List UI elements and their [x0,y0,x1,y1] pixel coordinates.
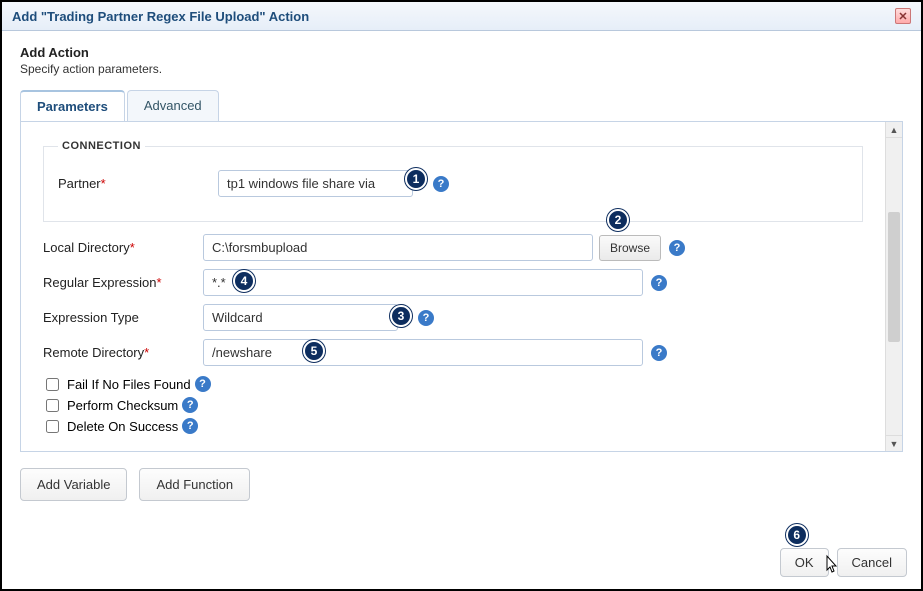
scroll-area: CONNECTION Partner* 1 ? Local Directory*… [21,122,885,451]
help-icon[interactable]: ? [182,397,198,413]
footer-left: Add Variable Add Function [20,468,903,501]
annotation-badge-4: 4 [233,270,255,292]
row-remote-directory: Remote Directory* 5 ? [43,339,863,366]
annotation-badge-2: 2 [607,209,629,231]
regex-label: Regular Expression* [43,275,203,290]
tab-advanced[interactable]: Advanced [127,90,219,121]
panel: CONNECTION Partner* 1 ? Local Directory*… [20,122,903,452]
help-icon[interactable]: ? [669,240,685,256]
remote-directory-label: Remote Directory* [43,345,203,360]
remote-directory-input[interactable] [203,339,643,366]
annotation-badge-1: 1 [405,168,427,190]
expression-type-input[interactable] [203,304,398,331]
checkboxes: Fail If No Files Found ? Perform Checksu… [43,376,863,434]
add-function-button[interactable]: Add Function [139,468,250,501]
scrollbar[interactable]: ▲ ▼ [885,122,902,451]
scroll-up-icon[interactable]: ▲ [886,122,902,138]
help-icon[interactable]: ? [195,376,211,392]
cancel-button[interactable]: Cancel [837,548,907,577]
add-variable-button[interactable]: Add Variable [20,468,127,501]
chk-checksum-label: Perform Checksum [67,398,178,413]
chk-delete-label: Delete On Success [67,419,178,434]
connection-legend: CONNECTION [58,140,145,152]
help-icon[interactable]: ? [651,345,667,361]
chk-fail-row: Fail If No Files Found ? [43,376,863,392]
close-icon[interactable]: ✕ [895,8,911,24]
annotation-badge-5: 5 [303,340,325,362]
row-local-directory: Local Directory* Browse 2 ? [43,234,863,261]
chk-delete[interactable] [46,420,59,433]
local-directory-label: Local Directory* [43,240,203,255]
titlebar: Add "Trading Partner Regex File Upload" … [2,2,921,31]
help-icon[interactable]: ? [651,275,667,291]
help-icon[interactable]: ? [418,310,434,326]
chk-delete-row: Delete On Success ? [43,418,863,434]
row-regex: Regular Expression* 4 ? [43,269,863,296]
section-title: Add Action [20,45,903,60]
tab-parameters[interactable]: Parameters [20,90,125,121]
browse-button[interactable]: Browse [599,235,661,261]
chk-fail[interactable] [46,378,59,391]
annotation-badge-3: 3 [390,305,412,327]
footer-right: OK 6 Cancel [780,548,907,577]
help-icon[interactable]: ? [182,418,198,434]
chk-checksum[interactable] [46,399,59,412]
help-icon[interactable]: ? [433,176,449,192]
tabs: Parameters Advanced [20,90,903,122]
regex-input[interactable] [203,269,643,296]
scroll-down-icon[interactable]: ▼ [886,435,902,451]
ok-button[interactable]: OK [780,548,829,577]
scroll-thumb[interactable] [888,212,900,342]
chk-checksum-row: Perform Checksum ? [43,397,863,413]
chk-fail-label: Fail If No Files Found [67,377,191,392]
section-sub: Specify action parameters. [20,62,903,76]
dialog-body: Add Action Specify action parameters. Pa… [2,31,921,511]
row-expression-type: Expression Type 3 ? [43,304,863,331]
partner-input[interactable] [218,170,413,197]
expression-type-label: Expression Type [43,310,203,325]
partner-label: Partner* [58,176,218,191]
local-directory-input[interactable] [203,234,593,261]
annotation-badge-6: 6 [786,524,808,546]
row-partner: Partner* 1 ? [58,170,848,197]
dialog-title: Add "Trading Partner Regex File Upload" … [12,9,309,24]
connection-group: CONNECTION Partner* 1 ? [43,140,863,222]
